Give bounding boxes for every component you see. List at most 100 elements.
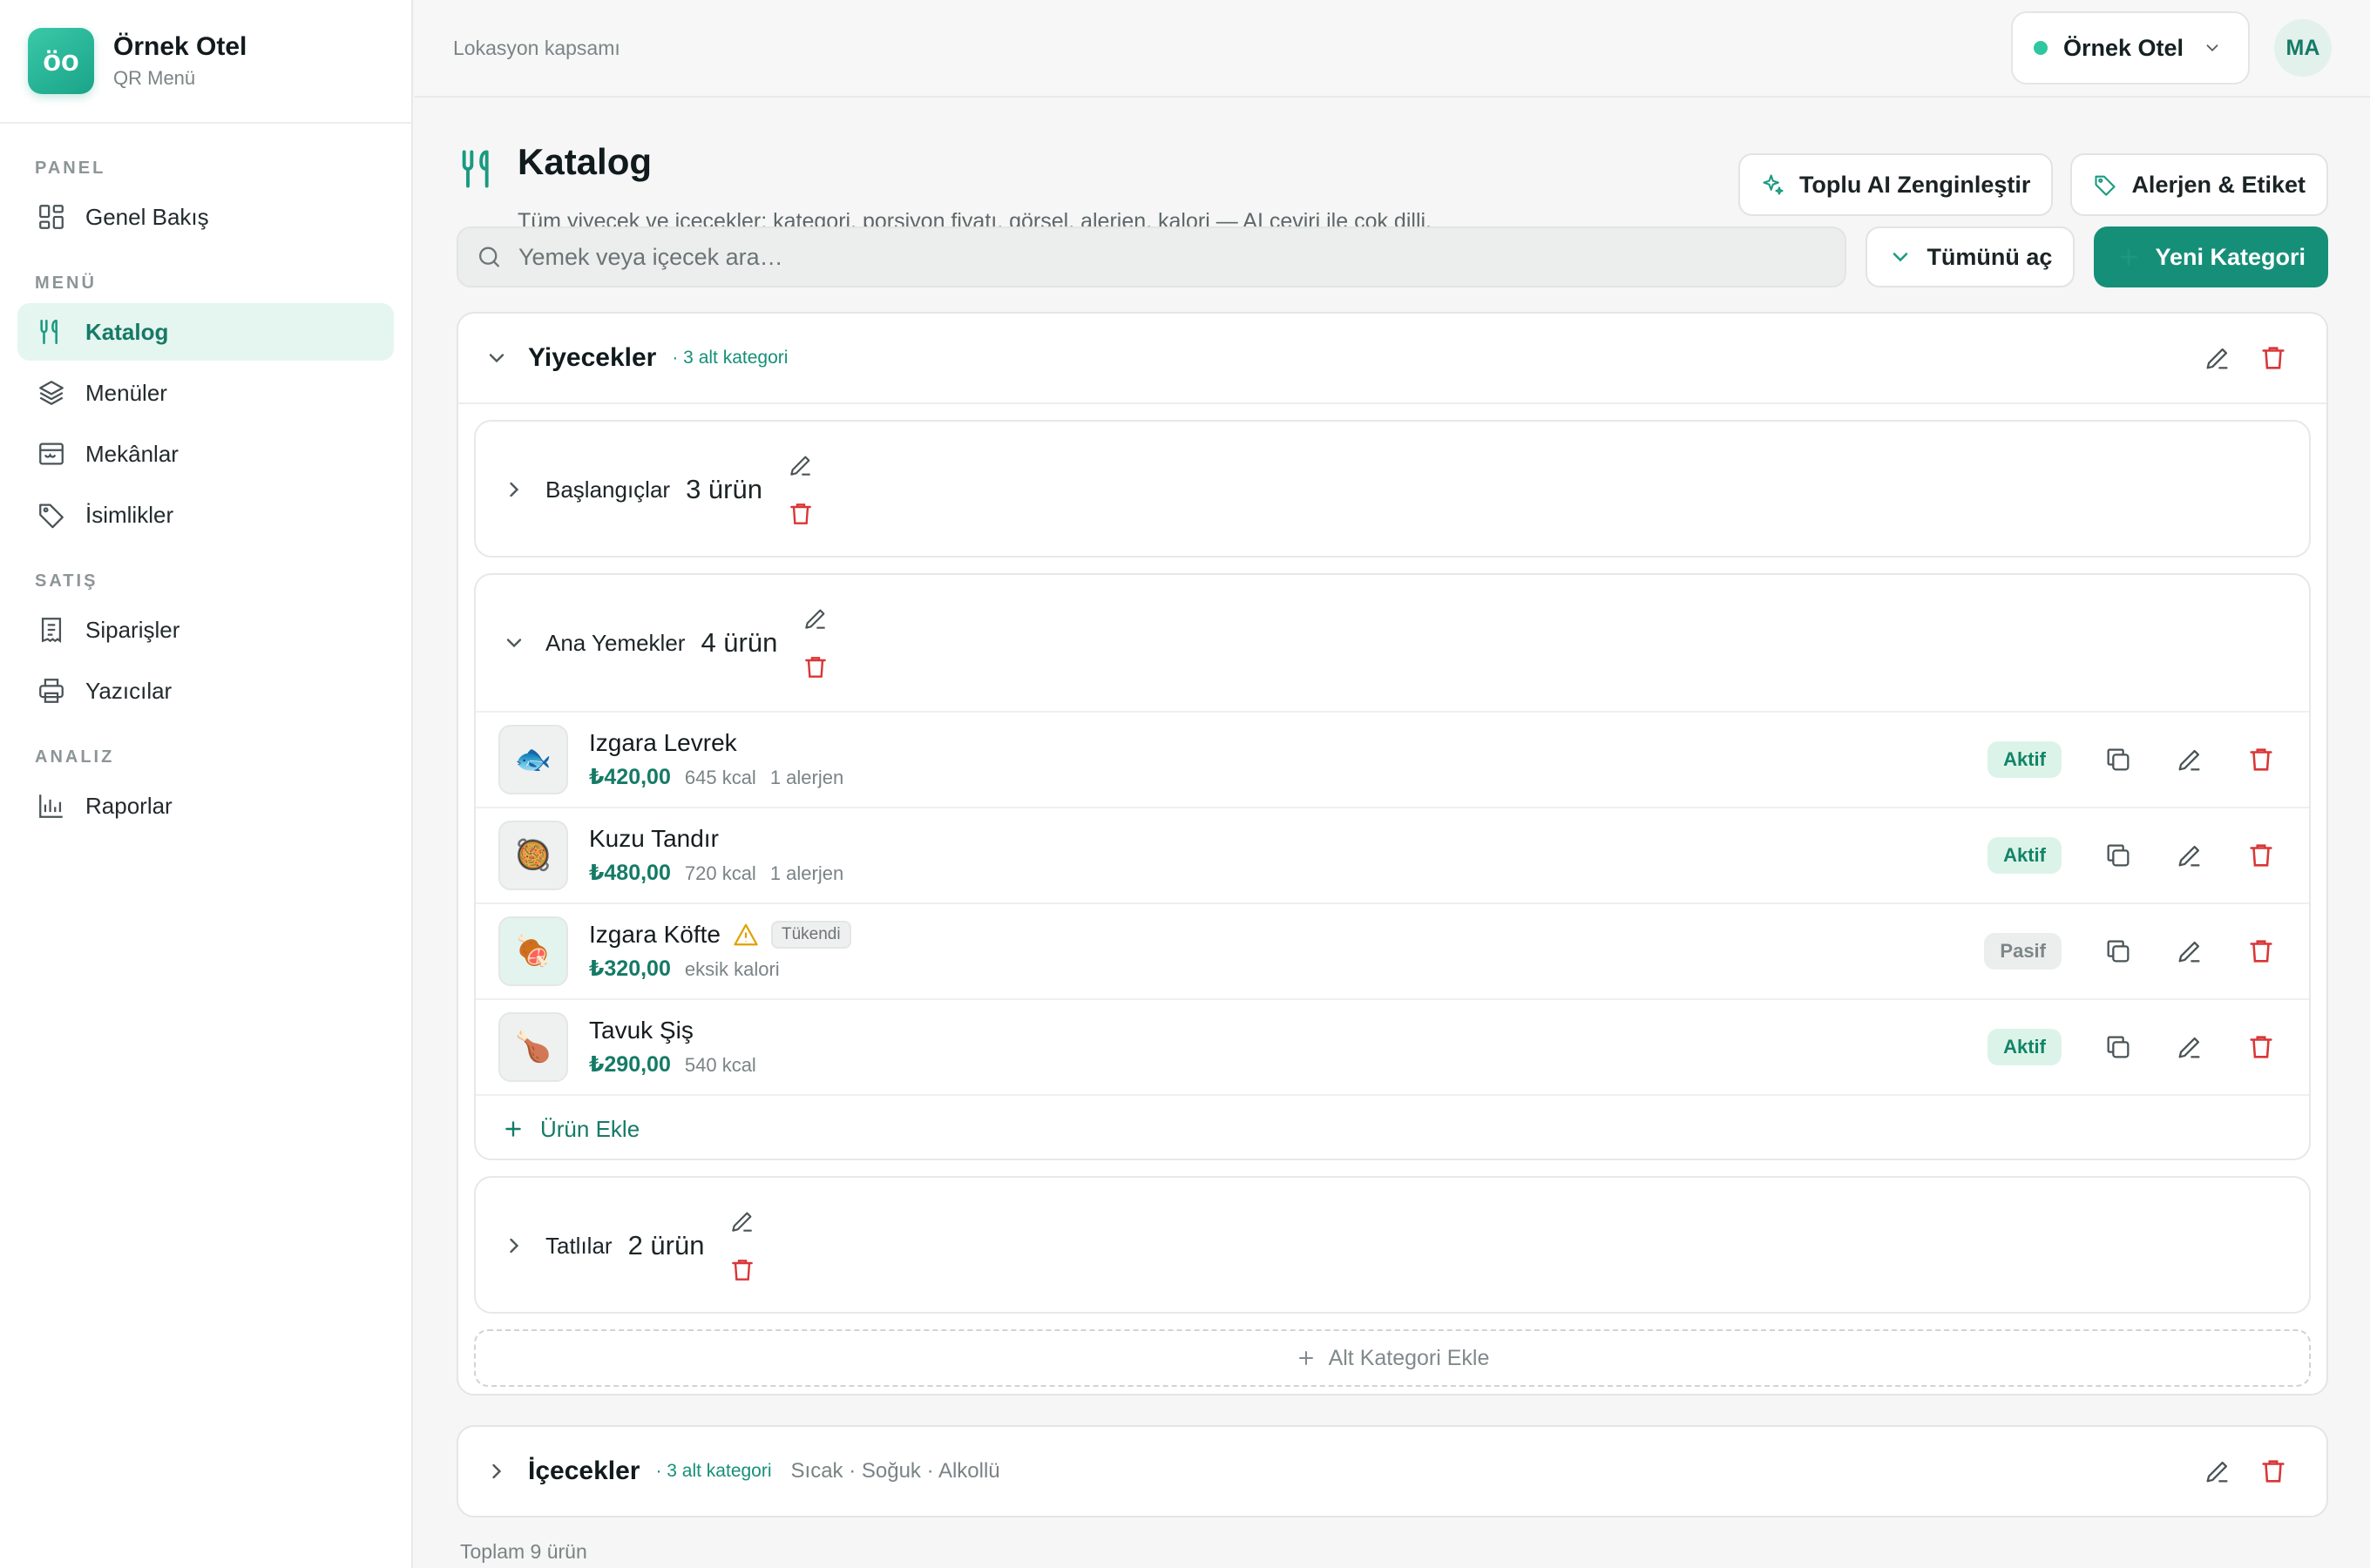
sidebar-item-catalog[interactable]: Katalog bbox=[17, 303, 394, 361]
allergen-tags-button[interactable]: Alerjen & Etiket bbox=[2070, 153, 2328, 216]
chart-icon bbox=[39, 794, 63, 818]
subcategory-name: Ana Yemekler bbox=[545, 629, 686, 656]
add-product-button[interactable]: Ürün Ekle bbox=[476, 1094, 2309, 1162]
sidebar-item-label: Yazıcılar bbox=[85, 677, 173, 704]
status-dot bbox=[2033, 41, 2048, 55]
product-row[interactable]: 🐟 Izgara Levrek ₺420,00 645 kcal 1 alerj… bbox=[476, 711, 2309, 807]
status-badge[interactable]: Aktif bbox=[1987, 741, 2062, 778]
nav-section-menu: MENÜ bbox=[35, 274, 97, 293]
status-badge[interactable]: Aktif bbox=[1987, 1029, 2062, 1065]
edit-icon[interactable] bbox=[787, 451, 815, 479]
copy-icon[interactable] bbox=[2103, 841, 2133, 870]
plus-icon bbox=[1298, 1351, 1313, 1365]
trash-icon[interactable] bbox=[2258, 343, 2288, 373]
trash-icon[interactable] bbox=[2246, 841, 2276, 870]
trash-icon[interactable] bbox=[2246, 1032, 2276, 1062]
trash-icon[interactable] bbox=[2246, 745, 2276, 774]
product-kcal: 645 kcal bbox=[684, 767, 756, 788]
button-label: Yeni Kategori bbox=[2155, 243, 2306, 270]
nav-section-panel: PANEL bbox=[35, 159, 106, 178]
category-subcount: · 3 alt kategori bbox=[655, 1461, 772, 1481]
scope-label: Lokasyon kapsamı bbox=[453, 36, 620, 59]
copy-icon[interactable] bbox=[2103, 1032, 2133, 1062]
chevron-right-icon[interactable] bbox=[484, 1459, 509, 1484]
subcategory-header[interactable]: Başlangıçlar 3 ürün bbox=[476, 422, 2309, 558]
dashboard-icon bbox=[39, 205, 64, 229]
edit-icon[interactable] bbox=[2175, 745, 2204, 774]
product-name: Izgara Levrek bbox=[589, 729, 737, 756]
product-kcal: eksik kalori bbox=[684, 958, 780, 980]
search-box[interactable] bbox=[457, 226, 1847, 287]
sidebar-item-overview[interactable]: Genel Bakış bbox=[17, 188, 394, 246]
chevron-down-icon bbox=[2206, 44, 2218, 52]
copy-icon[interactable] bbox=[2103, 936, 2133, 966]
subcategory-card-mains: Ana Yemekler 4 ürün 🐟 Izgara Levrek ₺420… bbox=[474, 573, 2311, 1160]
chevron-right-icon[interactable] bbox=[502, 1233, 526, 1258]
trash-icon[interactable] bbox=[787, 500, 815, 528]
product-row[interactable]: 🍗 Tavuk Şiş ₺290,00 540 kcal Aktif bbox=[476, 998, 2309, 1094]
warning-icon bbox=[734, 923, 758, 946]
subcategory-header[interactable]: Tatlılar 2 ürün bbox=[476, 1178, 2309, 1314]
subcategory-card-starters: Başlangıçlar 3 ürün bbox=[474, 420, 2311, 558]
product-thumbnail: 🐟 bbox=[498, 725, 568, 794]
category-card-drinks: İçecekler · 3 alt kategori Sıcak · Soğuk… bbox=[457, 1425, 2328, 1517]
edit-icon[interactable] bbox=[802, 605, 830, 632]
trash-icon[interactable] bbox=[2246, 936, 2276, 966]
bulk-ai-enrich-button[interactable]: Toplu AI Zenginleştir bbox=[1737, 153, 2054, 216]
status-badge[interactable]: Aktif bbox=[1987, 837, 2062, 874]
sidebar-item-menus[interactable]: Menüler bbox=[17, 364, 394, 422]
subcategory-header[interactable]: Ana Yemekler 4 ürün bbox=[476, 575, 2309, 711]
nav-section-sales: SATIŞ bbox=[35, 571, 98, 591]
location-select[interactable]: Örnek Otel bbox=[2010, 11, 2250, 84]
category-header[interactable]: İçecekler · 3 alt kategori Sıcak · Soğuk… bbox=[458, 1427, 2326, 1516]
page-title: Katalog bbox=[518, 141, 653, 182]
chevron-down-icon[interactable] bbox=[502, 631, 526, 655]
trash-icon[interactable] bbox=[728, 1256, 756, 1284]
sidebar-item-nameplates[interactable]: İsimlikler bbox=[17, 486, 394, 544]
category-header[interactable]: Yiyecekler · 3 alt kategori bbox=[458, 314, 2326, 402]
edit-icon[interactable] bbox=[2175, 1032, 2204, 1062]
trash-icon[interactable] bbox=[802, 653, 830, 681]
edit-icon[interactable] bbox=[2175, 936, 2204, 966]
sidebar-item-orders[interactable]: Siparişler bbox=[17, 601, 394, 659]
button-label: Alt Kategori Ekle bbox=[1328, 1345, 1490, 1370]
sidebar-item-label: Raporlar bbox=[85, 792, 173, 819]
search-input[interactable] bbox=[518, 243, 1845, 271]
sparkles-icon bbox=[1763, 174, 1784, 195]
total-count: Toplam 9 ürün bbox=[460, 1540, 587, 1563]
chevron-right-icon[interactable] bbox=[502, 477, 526, 502]
sidebar-item-label: Katalog bbox=[85, 318, 169, 345]
category-name: İçecekler bbox=[528, 1456, 640, 1485]
button-label: Alerjen & Etiket bbox=[2131, 171, 2306, 198]
sidebar-item-label: Mekânlar bbox=[85, 440, 179, 467]
new-category-button[interactable]: Yeni Kategori bbox=[2094, 226, 2328, 287]
product-price: ₺420,00 bbox=[589, 765, 671, 789]
sidebar-nav: PANEL Genel Bakış MENÜ Katalog Menüler M… bbox=[0, 124, 411, 835]
status-badge[interactable]: Pasif bbox=[1984, 933, 2062, 970]
edit-icon[interactable] bbox=[728, 1207, 756, 1235]
add-subcategory-button[interactable]: Alt Kategori Ekle bbox=[474, 1329, 2311, 1387]
subcategory-count: 4 ürün bbox=[701, 627, 778, 658]
product-name: Kuzu Tandır bbox=[589, 825, 719, 852]
sidebar-item-printers[interactable]: Yazıcılar bbox=[17, 662, 394, 720]
copy-icon[interactable] bbox=[2103, 745, 2133, 774]
utensils-icon bbox=[40, 319, 58, 345]
edit-icon[interactable] bbox=[2203, 343, 2232, 373]
product-name: Izgara Köfte bbox=[589, 921, 721, 948]
sidebar-item-venues[interactable]: Mekânlar bbox=[17, 425, 394, 483]
trash-icon[interactable] bbox=[2258, 1456, 2288, 1486]
sidebar-item-reports[interactable]: Raporlar bbox=[17, 777, 394, 835]
expand-all-button[interactable]: Tümünü aç bbox=[1866, 226, 2075, 287]
product-row[interactable]: 🥘 Kuzu Tandır ₺480,00 720 kcal 1 alerjen… bbox=[476, 807, 2309, 902]
chevron-down-icon bbox=[1893, 253, 1908, 262]
brand-subtitle: QR Menü bbox=[113, 67, 196, 89]
product-name: Tavuk Şiş bbox=[589, 1017, 694, 1044]
edit-icon[interactable] bbox=[2175, 841, 2204, 870]
edit-icon[interactable] bbox=[2203, 1456, 2232, 1486]
topbar: Lokasyon kapsamı Örnek Otel MA bbox=[415, 0, 2370, 98]
chevron-down-icon[interactable] bbox=[484, 346, 509, 370]
product-row[interactable]: 🍖 Izgara Köfte Tükendi ₺320,00 eksik kal… bbox=[476, 902, 2309, 998]
plus-icon bbox=[505, 1121, 521, 1137]
avatar[interactable]: MA bbox=[2274, 19, 2332, 77]
category-card-food: Yiyecekler · 3 alt kategori Başlangıçlar… bbox=[457, 312, 2328, 1396]
